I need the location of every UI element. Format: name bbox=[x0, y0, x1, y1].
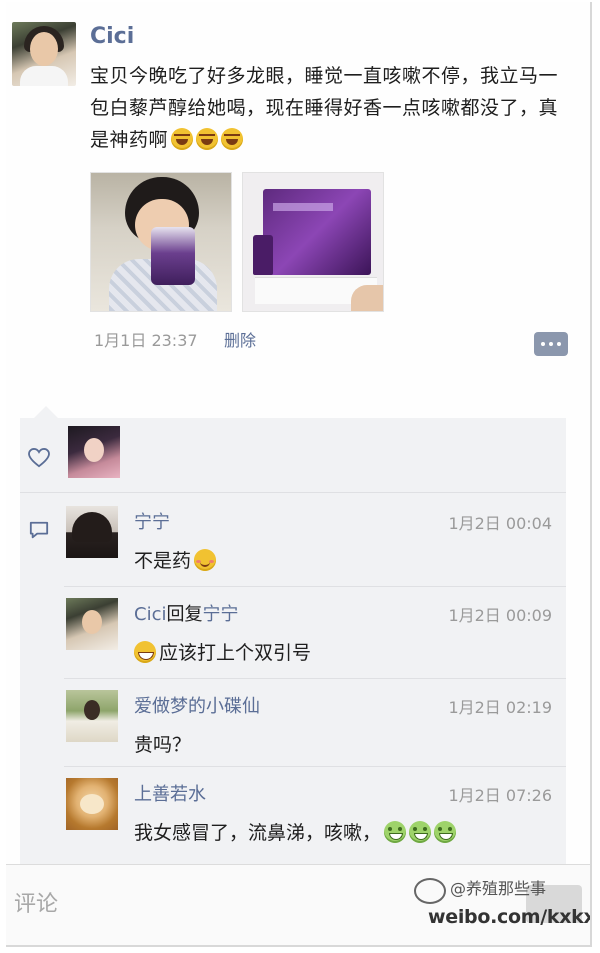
shy-emoji-icon bbox=[194, 549, 217, 571]
comment-text-body: 不是药 bbox=[134, 550, 192, 572]
grin-emoji-icon bbox=[134, 641, 156, 663]
post-author-avatar[interactable] bbox=[12, 22, 76, 86]
comment-text: 贵吗？ bbox=[134, 734, 192, 756]
post-photo-child[interactable] bbox=[90, 172, 232, 312]
comment-text: 应该打上个双引号 bbox=[134, 638, 311, 665]
heart-icon bbox=[28, 448, 50, 468]
comment-text-body: 我女感冒了，流鼻涕，咳嗽， bbox=[134, 822, 382, 844]
laugh-emoji-icon bbox=[196, 128, 219, 150]
likes-row bbox=[20, 418, 566, 493]
comment-time: 1月2日 07:26 bbox=[448, 786, 552, 805]
reply-label: 回复 bbox=[166, 604, 203, 625]
reply-to-name[interactable]: 宁宁 bbox=[202, 604, 238, 625]
comment-item[interactable]: 宁宁 1月2日 00:04 不是药 bbox=[64, 494, 566, 587]
post-author-name[interactable]: Cici bbox=[90, 24, 134, 49]
weibo-logo-icon bbox=[414, 878, 446, 904]
delete-link[interactable]: 删除 bbox=[224, 327, 256, 351]
commenter-avatar[interactable] bbox=[66, 598, 118, 650]
commenter-name[interactable]: 上善若水 bbox=[134, 780, 206, 806]
laugh-emoji-icon bbox=[171, 128, 194, 150]
commenter-name[interactable]: 爱做梦的小碟仙 bbox=[134, 692, 260, 718]
post-timestamp: 1月1日 23:37 bbox=[94, 331, 198, 350]
comment-item[interactable]: 爱做梦的小碟仙 1月2日 02:19 贵吗？ bbox=[64, 678, 566, 767]
sick-emoji-icon bbox=[409, 821, 432, 843]
comment-item[interactable]: 上善若水 1月2日 07:26 我女感冒了，流鼻涕，咳嗽， bbox=[64, 766, 566, 878]
commenter-name[interactable]: 宁宁 bbox=[134, 508, 170, 534]
interaction-panel: 宁宁 1月2日 00:04 不是药 Cici回复宁宁 1月2日 00:09 应该… bbox=[20, 418, 566, 878]
comment-item[interactable]: Cici回复宁宁 1月2日 00:09 应该打上个双引号 bbox=[64, 586, 566, 679]
comment-time: 1月2日 00:04 bbox=[448, 514, 552, 533]
comment-text: 我女感冒了，流鼻涕，咳嗽， bbox=[134, 818, 457, 845]
sick-emoji-icon bbox=[384, 821, 407, 843]
commenter-avatar[interactable] bbox=[66, 778, 118, 830]
sick-emoji-icon bbox=[434, 821, 457, 843]
post-photo-product[interactable] bbox=[242, 172, 384, 312]
watermark-handle: @养殖那些事 bbox=[450, 879, 547, 898]
comment-time: 1月2日 02:19 bbox=[448, 698, 552, 717]
liker-avatar[interactable] bbox=[68, 426, 120, 478]
laugh-emoji-icon bbox=[221, 128, 244, 150]
commenter-avatar[interactable] bbox=[66, 690, 118, 742]
comment-time: 1月2日 00:09 bbox=[448, 606, 552, 625]
comment-input[interactable] bbox=[10, 875, 398, 933]
watermark-url: weibo.com/kxkxing bbox=[428, 906, 590, 928]
post-text-body: 宝贝今晚吃了好多龙眼，睡觉一直咳嗽不停，我立马一包白藜芦醇给她喝，现在睡得好香一… bbox=[90, 65, 559, 151]
commenter-name[interactable]: Cici回复宁宁 bbox=[134, 600, 238, 626]
weibo-watermark: @养殖那些事 weibo.com/kxkxing bbox=[414, 874, 590, 940]
comment-text: 不是药 bbox=[134, 546, 217, 573]
commenter-name-text[interactable]: Cici bbox=[134, 604, 166, 625]
commenter-avatar[interactable] bbox=[66, 506, 118, 558]
panel-arrow bbox=[34, 406, 58, 418]
more-actions-button[interactable] bbox=[534, 332, 568, 356]
moments-screen: Cici 宝贝今晚吃了好多龙眼，睡觉一直咳嗽不停，我立马一包白藜芦醇给她喝，现在… bbox=[6, 2, 592, 947]
comment-text-body: 应该打上个双引号 bbox=[159, 642, 312, 664]
comment-icon bbox=[29, 521, 49, 539]
post-text: 宝贝今晚吃了好多龙眼，睡觉一直咳嗽不停，我立马一包白藜芦醇给她喝，现在睡得好香一… bbox=[90, 60, 570, 156]
